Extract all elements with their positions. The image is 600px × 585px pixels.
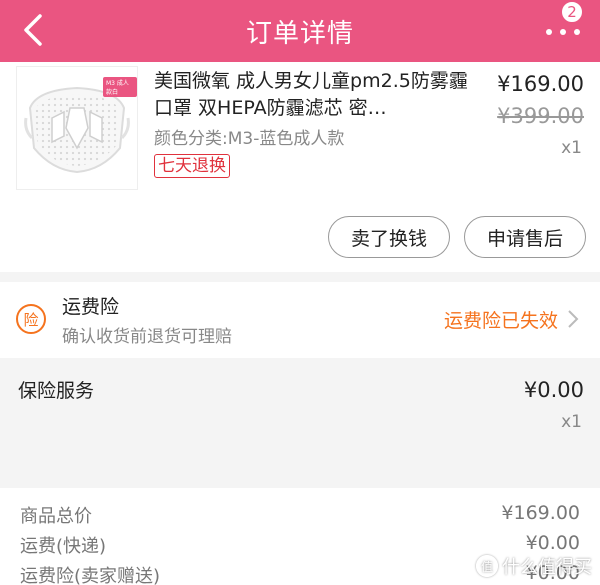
insurance-service-title: 保险服务 (18, 380, 95, 402)
sell-button[interactable]: 卖了换钱 (328, 216, 450, 258)
more-dot-icon (546, 29, 552, 35)
insurance-service-quantity: x1 (561, 412, 582, 432)
shipping-insurance-row[interactable]: 险 运费险 确认收货前退货可理赔 运费险已失效 (0, 282, 600, 358)
shipping-insurance-subtitle: 确认收货前退货可理赔 (62, 327, 232, 347)
more-dot-icon (574, 29, 580, 35)
summary-value: ¥169.00 (501, 502, 580, 524)
product-price: ¥169.00 (497, 72, 584, 96)
summary-label: 运费(快递) (20, 536, 107, 557)
summary-row: 商品总价 ¥169.00 (0, 502, 600, 528)
return-policy-tag: 七天退换 (154, 154, 230, 178)
more-menu-button[interactable] (546, 24, 580, 40)
shipping-insurance-status[interactable]: 运费险已失效 (444, 306, 558, 333)
back-button[interactable] (18, 12, 48, 48)
original-price: ¥399.00 (497, 104, 584, 128)
chevron-right-icon (568, 310, 579, 328)
product-image[interactable]: M3 成人款白 (16, 66, 138, 190)
top-nav-bar: 订单详情 2 (0, 0, 600, 62)
summary-label: 商品总价 (20, 506, 92, 527)
product-image-label: M3 成人款白 (103, 77, 137, 97)
summary-label: 运费险(卖家赠送) (20, 566, 161, 585)
watermark-logo-icon: 值 (476, 555, 498, 577)
after-sale-button[interactable]: 申请售后 (464, 216, 586, 258)
insurance-service-section: 保险服务 ¥0.00 x1 (0, 366, 600, 478)
more-dot-icon (560, 29, 566, 35)
product-quantity: x1 (561, 138, 582, 158)
insurance-icon: 险 (16, 304, 46, 334)
product-card[interactable]: M3 成人款白 美国微氧 成人男女儿童pm2.5防雾霾口罩 双HEPA防霾滤芯 … (0, 62, 600, 272)
product-name[interactable]: 美国微氧 成人男女儿童pm2.5防雾霾口罩 双HEPA防霾滤芯 密… (154, 68, 470, 122)
watermark-text: 什么值得买 (502, 557, 592, 578)
product-spec: 颜色分类:M3-蓝色成人款 (154, 129, 345, 149)
shipping-insurance-title: 运费险 (62, 296, 120, 318)
insurance-service-price: ¥0.00 (523, 378, 584, 402)
chevron-left-icon (24, 14, 42, 46)
summary-value: ¥0.00 (525, 532, 580, 554)
notification-badge: 2 (560, 0, 584, 24)
watermark: 值 什么值得买 (476, 553, 592, 579)
page-title: 订单详情 (245, 18, 354, 49)
